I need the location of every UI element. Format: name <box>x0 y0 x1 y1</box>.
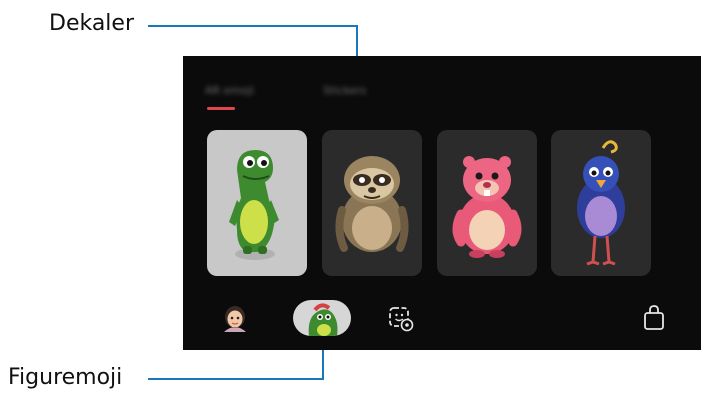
character-card-pink-bear[interactable] <box>437 130 537 276</box>
tab-ar-emoji[interactable]: AR emoji <box>205 84 254 98</box>
character-card-sloth[interactable] <box>322 130 422 276</box>
figuremoji-icon <box>308 303 338 336</box>
tab-stickers[interactable]: Stickers <box>323 84 366 98</box>
shopping-bag-icon[interactable] <box>641 304 667 336</box>
pink-bear-figure <box>452 156 522 258</box>
dekaler-callout-label: Dekaler <box>49 11 135 36</box>
sticker-settings-icon[interactable] <box>388 306 414 336</box>
figuremoji-callout-line-h <box>148 378 324 380</box>
figuremoji-button[interactable] <box>293 300 351 336</box>
avatar-icon[interactable] <box>221 304 249 338</box>
character-card-dinosaur[interactable] <box>207 130 307 276</box>
dekaler-callout-line-h <box>148 25 358 27</box>
dinosaur-figure <box>229 150 279 260</box>
active-tab-indicator <box>207 107 235 110</box>
emoji-picker-screen: AR emoji Stickers <box>183 56 701 350</box>
sloth-figure <box>335 156 409 252</box>
figuremoji-callout-label: Figuremoji <box>8 365 123 390</box>
character-card-blue-bird[interactable] <box>551 130 651 276</box>
blue-bird-figure <box>577 140 625 266</box>
